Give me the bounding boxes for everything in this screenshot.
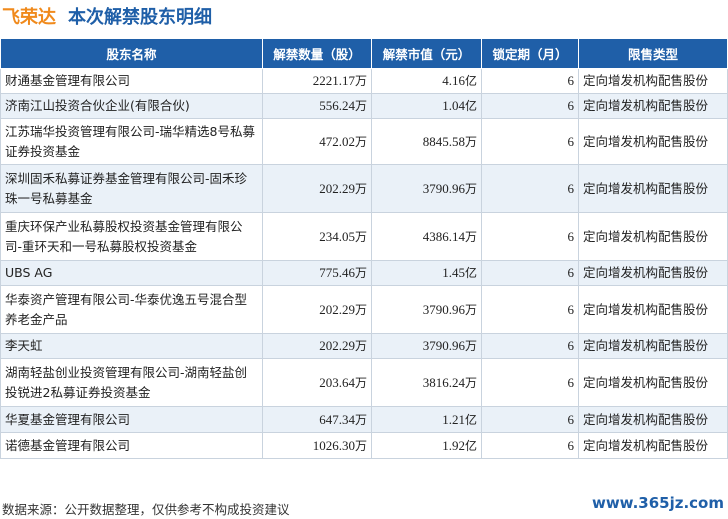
shareholder-name: UBS AG [0, 260, 263, 286]
table-row: 华夏基金管理有限公司 647.34万 1.21亿 6 定向增发机构配售股份 [0, 406, 728, 433]
brand-name: 飞荣达 [2, 7, 56, 28]
lock-period: 6 [481, 432, 579, 459]
shareholder-name: 重庆环保产业私募股权投资基金管理有限公司-重环天和一号私募股权投资基金 [0, 212, 263, 261]
column-header-lock-period: 锁定期（月） [481, 38, 579, 69]
shareholder-name: 华夏基金管理有限公司 [0, 406, 263, 433]
unlock-value: 1.21亿 [371, 406, 482, 433]
unlock-value: 4386.14万 [371, 212, 482, 261]
data-source-note: 数据来源：公开数据整理，仅供参考不构成投资建议 [2, 502, 290, 517]
site-url: www.365jz.com [591, 494, 724, 512]
unlock-value: 4.16亿 [371, 68, 482, 94]
unlock-quantity: 472.02万 [262, 118, 372, 165]
restriction-type: 定向增发机构配售股份 [578, 68, 728, 94]
column-header-name: 股东名称 [0, 38, 263, 69]
restriction-type: 定向增发机构配售股份 [578, 118, 728, 165]
unlock-value: 3790.96万 [371, 333, 482, 359]
restriction-type: 定向增发机构配售股份 [578, 285, 728, 334]
unlock-quantity: 202.29万 [262, 333, 372, 359]
unlock-table: 股东名称 解禁数量（股） 解禁市值（元） 锁定期（月） 限售类型 财通基金管理有… [0, 38, 728, 459]
table-row: 湖南轻盐创业投资管理有限公司-湖南轻盐创投锐进2私募证券投资基金 203.64万… [0, 358, 728, 407]
page-title: 本次解禁股东明细 [68, 7, 212, 28]
table-row: 诺德基金管理有限公司 1026.30万 1.92亿 6 定向增发机构配售股份 [0, 432, 728, 459]
restriction-type: 定向增发机构配售股份 [578, 93, 728, 119]
lock-period: 6 [481, 333, 579, 359]
lock-period: 6 [481, 93, 579, 119]
unlock-quantity: 647.34万 [262, 406, 372, 433]
unlock-quantity: 775.46万 [262, 260, 372, 286]
lock-period: 6 [481, 164, 579, 213]
restriction-type: 定向增发机构配售股份 [578, 406, 728, 433]
table-row: UBS AG 775.46万 1.45亿 6 定向增发机构配售股份 [0, 260, 728, 286]
unlock-value: 1.04亿 [371, 93, 482, 119]
unlock-quantity: 2221.17万 [262, 68, 372, 94]
shareholder-name: 深圳固禾私募证券基金管理有限公司-固禾珍珠一号私募基金 [0, 164, 263, 213]
unlock-value: 3816.24万 [371, 358, 482, 407]
column-header-quantity: 解禁数量（股） [262, 38, 372, 69]
unlock-quantity: 556.24万 [262, 93, 372, 119]
unlock-quantity: 234.05万 [262, 212, 372, 261]
restriction-type: 定向增发机构配售股份 [578, 212, 728, 261]
unlock-value: 8845.58万 [371, 118, 482, 165]
shareholder-name: 华泰资产管理有限公司-华泰优逸五号混合型养老金产品 [0, 285, 263, 334]
table-row: 李天虹 202.29万 3790.96万 6 定向增发机构配售股份 [0, 333, 728, 359]
unlock-value: 3790.96万 [371, 164, 482, 213]
table-row: 江苏瑞华投资管理有限公司-瑞华精选8号私募证券投资基金 472.02万 8845… [0, 118, 728, 165]
unlock-quantity: 203.64万 [262, 358, 372, 407]
page-header: 飞荣达 本次解禁股东明细 [2, 3, 212, 29]
table-row: 深圳固禾私募证券基金管理有限公司-固禾珍珠一号私募基金 202.29万 3790… [0, 164, 728, 213]
lock-period: 6 [481, 68, 579, 94]
lock-period: 6 [481, 118, 579, 165]
column-header-value: 解禁市值（元） [371, 38, 482, 69]
unlock-quantity: 202.29万 [262, 164, 372, 213]
lock-period: 6 [481, 285, 579, 334]
table-row: 济南江山投资合伙企业(有限合伙) 556.24万 1.04亿 6 定向增发机构配… [0, 93, 728, 119]
shareholder-name: 诺德基金管理有限公司 [0, 432, 263, 459]
table-row: 财通基金管理有限公司 2221.17万 4.16亿 6 定向增发机构配售股份 [0, 68, 728, 94]
shareholder-name: 湖南轻盐创业投资管理有限公司-湖南轻盐创投锐进2私募证券投资基金 [0, 358, 263, 407]
shareholder-name: 李天虹 [0, 333, 263, 359]
table-header-row: 股东名称 解禁数量（股） 解禁市值（元） 锁定期（月） 限售类型 [0, 38, 728, 69]
restriction-type: 定向增发机构配售股份 [578, 358, 728, 407]
unlock-value: 3790.96万 [371, 285, 482, 334]
shareholder-table: 股东名称 解禁数量（股） 解禁市值（元） 锁定期（月） 限售类型 财通基金管理有… [0, 38, 728, 459]
restriction-type: 定向增发机构配售股份 [578, 333, 728, 359]
lock-period: 6 [481, 260, 579, 286]
column-header-type: 限售类型 [578, 38, 728, 69]
restriction-type: 定向增发机构配售股份 [578, 432, 728, 459]
unlock-quantity: 202.29万 [262, 285, 372, 334]
unlock-quantity: 1026.30万 [262, 432, 372, 459]
shareholder-name: 财通基金管理有限公司 [0, 68, 263, 94]
lock-period: 6 [481, 406, 579, 433]
table-row: 重庆环保产业私募股权投资基金管理有限公司-重环天和一号私募股权投资基金 234.… [0, 212, 728, 261]
unlock-value: 1.45亿 [371, 260, 482, 286]
table-row: 华泰资产管理有限公司-华泰优逸五号混合型养老金产品 202.29万 3790.9… [0, 285, 728, 334]
lock-period: 6 [481, 212, 579, 261]
restriction-type: 定向增发机构配售股份 [578, 164, 728, 213]
unlock-value: 1.92亿 [371, 432, 482, 459]
shareholder-name: 江苏瑞华投资管理有限公司-瑞华精选8号私募证券投资基金 [0, 118, 263, 165]
shareholder-name: 济南江山投资合伙企业(有限合伙) [0, 93, 263, 119]
restriction-type: 定向增发机构配售股份 [578, 260, 728, 286]
lock-period: 6 [481, 358, 579, 407]
